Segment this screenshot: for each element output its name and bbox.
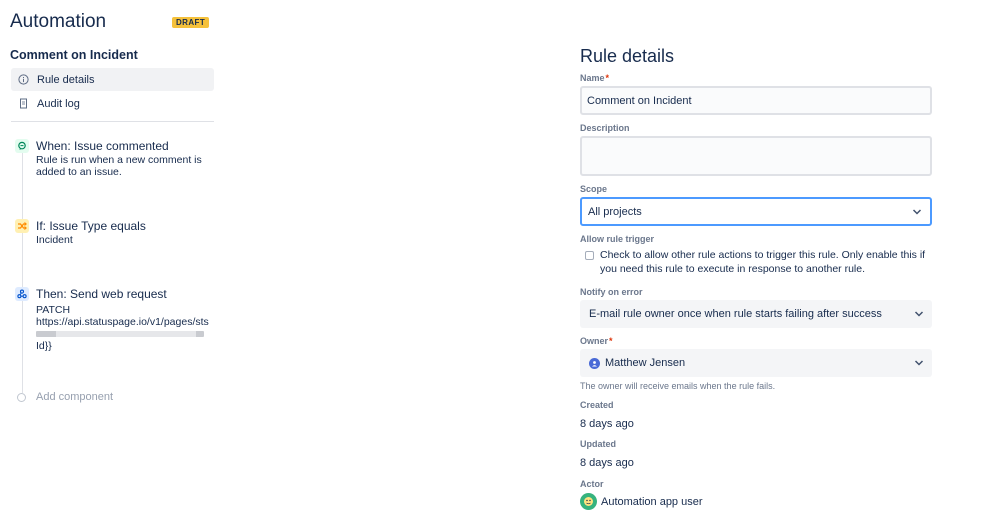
rule-name-heading: Comment on Incident <box>10 48 138 62</box>
owner-label-text: Owner <box>580 336 609 346</box>
avatar <box>589 357 600 369</box>
name-label: Name* <box>580 73 609 83</box>
name-field[interactable]: Comment on Incident <box>580 86 932 115</box>
draft-badge: DRAFT <box>172 17 210 28</box>
chevron-down-icon <box>912 208 922 215</box>
add-component-button[interactable]: Add component <box>17 391 113 403</box>
sidebar-item-audit-log[interactable]: Audit log <box>11 92 214 115</box>
allow-trigger-text: Check to allow other rule actions to tri… <box>600 249 926 275</box>
actor-label: Actor <box>580 479 604 489</box>
sidebar-item-label: Audit log <box>37 97 80 110</box>
add-dot-icon <box>17 392 26 402</box>
webhook-icon <box>15 287 29 301</box>
add-component-label: Add component <box>36 391 114 403</box>
owner-select[interactable]: Matthew Jensen <box>580 349 932 377</box>
description-field[interactable] <box>580 136 932 176</box>
scope-label: Scope <box>580 184 608 194</box>
trigger-description: Rule is run when a new comment is added … <box>36 154 202 178</box>
actor-value: Automation app user <box>601 495 703 508</box>
avatar <box>580 493 597 510</box>
chevron-down-icon <box>914 360 924 366</box>
sidebar-item-rule-details[interactable]: Rule details <box>11 68 214 91</box>
action-step[interactable]: Then: Send web request PATCH https://api… <box>15 287 215 329</box>
owner-select-value: Matthew Jensen <box>605 357 686 369</box>
scope-select[interactable]: All projects <box>580 197 932 226</box>
updated-value: 8 days ago <box>580 457 634 469</box>
divider <box>11 121 214 122</box>
action-url-tail: Id}} <box>36 340 52 352</box>
condition-description: Incident <box>36 234 73 246</box>
sidebar-item-label: Rule details <box>37 73 95 86</box>
trigger-label: Allow rule trigger <box>580 234 655 244</box>
notify-select-value: E-mail rule owner once when rule starts … <box>589 308 882 320</box>
name-label-text: Name <box>580 73 605 83</box>
comment-icon <box>15 139 29 153</box>
chevron-down-icon <box>914 311 924 317</box>
condition-step[interactable]: If: Issue Type equals Incident <box>15 219 215 251</box>
panel-title: Rule details <box>580 46 675 66</box>
sidebar: Automation DRAFT Comment on Incident Rul… <box>0 0 230 516</box>
trigger-title: When: Issue commented <box>36 139 169 153</box>
updated-label: Updated <box>580 439 616 449</box>
name-field-value: Comment on Incident <box>587 94 692 107</box>
scope-select-value: All projects <box>588 205 642 218</box>
condition-title: If: Issue Type equals <box>36 219 146 233</box>
action-title: Then: Send web request <box>36 287 167 301</box>
trigger-step[interactable]: When: Issue commented Rule is run when a… <box>15 139 215 189</box>
notify-label: Notify on error <box>580 287 643 297</box>
info-icon <box>18 74 29 85</box>
owner-label: Owner* <box>580 336 613 346</box>
actor-row: Automation app user <box>580 493 703 510</box>
allow-trigger-checkbox[interactable] <box>585 251 594 260</box>
notify-select[interactable]: E-mail rule owner once when rule starts … <box>580 300 932 328</box>
required-marker: * <box>609 336 613 346</box>
description-label: Description <box>580 123 630 133</box>
created-label: Created <box>580 400 614 410</box>
action-method: PATCH <box>36 304 71 316</box>
shuffle-icon <box>15 219 29 233</box>
owner-helper-text: The owner will receive emails when the r… <box>580 381 776 391</box>
created-value: 8 days ago <box>580 418 634 430</box>
required-marker: * <box>605 73 610 83</box>
app-title: Automation <box>10 11 107 32</box>
redacted-text <box>36 331 204 337</box>
document-icon <box>18 98 29 109</box>
action-url: https://api.statuspage.io/v1/pages/sts <box>36 316 209 328</box>
